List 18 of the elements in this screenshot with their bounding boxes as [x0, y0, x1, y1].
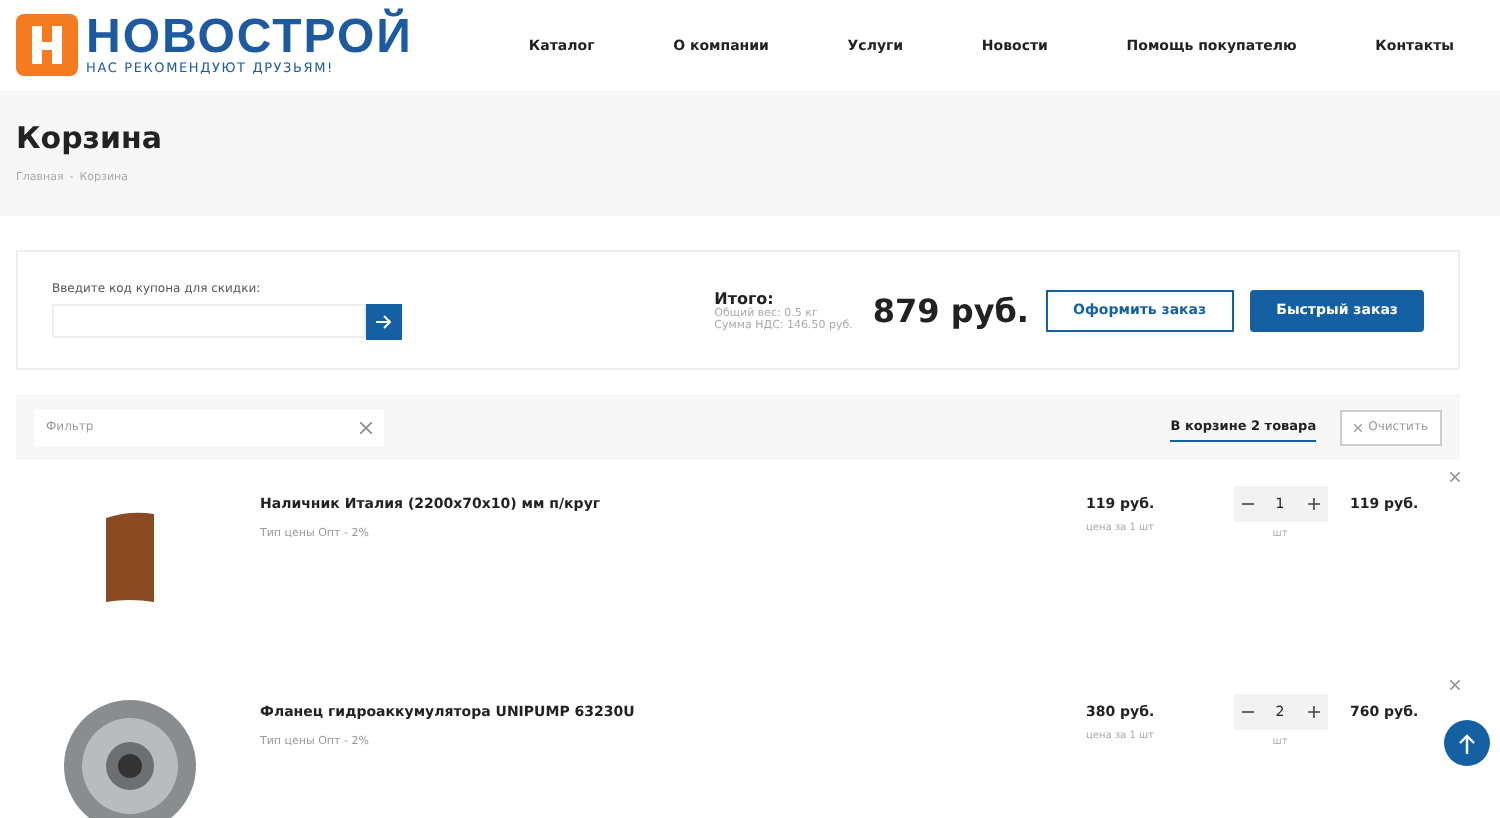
- minus-button[interactable]: [1241, 706, 1253, 718]
- metal-flange-drawing: [60, 696, 200, 818]
- scroll-up-button[interactable]: [1444, 720, 1490, 766]
- logo-icon: [16, 14, 78, 76]
- arrow-up-icon[interactable]: [1458, 733, 1476, 753]
- total-label: Итого:: [714, 289, 776, 307]
- plus-button[interactable]: [1307, 498, 1319, 510]
- remove-item-icon[interactable]: [1450, 678, 1460, 694]
- remove-item-icon[interactable]: [1450, 470, 1460, 486]
- arrow-right-icon[interactable]: [376, 313, 392, 329]
- plus-button[interactable]: [1307, 706, 1319, 718]
- total-price: 879 руб.: [872, 291, 1029, 329]
- apply-coupon-button[interactable]: [366, 303, 402, 339]
- coupon-field[interactable]: [52, 303, 366, 337]
- page-title: Корзина: [16, 120, 165, 156]
- wood-trim-drawing: [102, 510, 158, 606]
- close-icon: [1354, 423, 1363, 431]
- minus-button[interactable]: [1241, 498, 1253, 510]
